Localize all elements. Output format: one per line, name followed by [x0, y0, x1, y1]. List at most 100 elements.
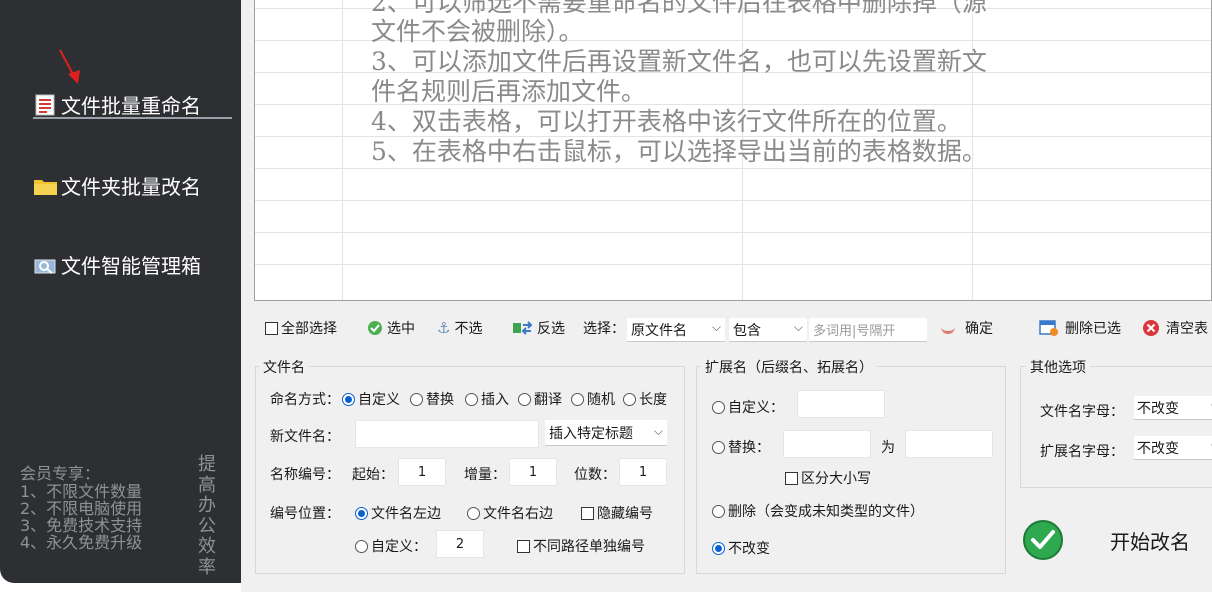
per-path-checkbox[interactable]: 不同路径单独编号 — [517, 536, 645, 556]
pos-custom-radio[interactable]: 自定义： — [355, 536, 427, 556]
step-input[interactable]: 1 — [509, 458, 557, 486]
pos-right-radio[interactable]: 文件名右边 — [467, 503, 553, 523]
keyword-input[interactable]: 多词用|号隔开 — [809, 318, 927, 342]
ext-case-label: 扩展名字母： — [1040, 444, 1124, 460]
pos-left-label: 文件名左边 — [371, 506, 441, 522]
radio-button — [712, 504, 725, 518]
digits-input[interactable]: 1 — [619, 458, 667, 486]
extension-group-title: 扩展名（后缀名、拓展名） — [701, 357, 877, 377]
position-label: 编号位置： — [270, 506, 340, 522]
checkbox-box — [265, 321, 278, 335]
checkbox-box — [517, 539, 530, 553]
mode-translate-radio[interactable]: 翻译 — [518, 389, 562, 409]
new-name-input[interactable] — [355, 420, 539, 448]
mode-label: 自定义 — [358, 392, 400, 408]
radio-button — [465, 392, 478, 406]
ext-replace-label: 替换： — [728, 440, 770, 456]
clear-table-label: 清空表 — [1166, 321, 1208, 337]
start-label: 起始： — [352, 467, 394, 483]
promo-line: 2、不限电脑使用 — [20, 499, 143, 518]
sidebar-item-file-rename[interactable]: 文件批量重命名 — [33, 90, 201, 119]
insert-title-value: 插入特定标题 — [549, 425, 633, 442]
pos-custom-input[interactable]: 2 — [436, 530, 484, 558]
other-options-group — [1020, 366, 1212, 488]
document-icon — [35, 94, 55, 115]
delete-selected-button[interactable]: 删除已选 — [1039, 318, 1121, 338]
choose-field-select[interactable]: 原文件名 ⌵ — [627, 318, 725, 342]
filename-case-select[interactable]: 不改变 ⌵ — [1134, 396, 1212, 420]
pos-left-radio[interactable]: 文件名左边 — [355, 503, 441, 523]
ext-custom-input[interactable] — [797, 390, 885, 418]
hide-number-label: 隐藏编号 — [597, 506, 653, 522]
other-options-title: 其他选项 — [1026, 357, 1090, 377]
delete-selected-label: 删除已选 — [1065, 321, 1121, 337]
radio-button — [712, 400, 725, 414]
mode-label: 随机 — [587, 392, 615, 408]
select-all-checkbox[interactable]: 全部选择 — [265, 318, 337, 338]
ext-replace-from-input[interactable] — [783, 430, 871, 458]
start-rename-label: 开始改名 — [1110, 529, 1190, 554]
radio-button — [712, 541, 725, 555]
radio-button — [571, 392, 584, 406]
unselect-button[interactable]: ⚓ 不选 — [437, 318, 482, 338]
ext-custom-radio[interactable]: 自定义： — [712, 397, 784, 417]
select-button[interactable]: 选中 — [367, 318, 415, 338]
hide-number-checkbox[interactable]: 隐藏编号 — [581, 503, 653, 523]
folder-icon — [34, 179, 57, 195]
insert-title-select[interactable]: 插入特定标题 ⌵ — [545, 420, 667, 446]
check-circle-icon — [368, 321, 382, 335]
instruction-line: 4、双击表格，可以打开表格中该行文件所在的位置。 — [371, 107, 962, 136]
instruction-line: 2、可以筛选不需要重命名的文件后在表格中删除掉（源 — [371, 0, 987, 17]
sidebar-item-folder-rename[interactable]: 文件夹批量改名 — [33, 171, 201, 200]
mode-label: 长度 — [639, 392, 667, 408]
mode-insert-radio[interactable]: 插入 — [465, 389, 509, 409]
clear-table-button[interactable]: 清空表 — [1142, 318, 1208, 338]
promo-line: 3、免费技术支持 — [20, 516, 143, 535]
instruction-line: 3、可以添加文件后再设置新文件名，也可以先设置新文 — [371, 47, 987, 76]
new-name-label: 新文件名： — [270, 429, 340, 445]
file-table[interactable]: 2、可以筛选不需要重命名的文件后在表格中删除掉（源 文件不会被删除）。 3、可以… — [254, 0, 1212, 301]
ext-unchanged-label: 不改变 — [728, 541, 770, 557]
main-content: 2、可以筛选不需要重命名的文件后在表格中删除掉（源 文件不会被删除）。 3、可以… — [241, 0, 1212, 592]
delete-doc-icon — [1039, 320, 1058, 336]
ext-unchanged-radio[interactable]: 不改变 — [712, 538, 770, 558]
promo-line: 4、永久免费升级 — [20, 533, 143, 552]
start-rename-button[interactable]: 开始改名 — [1020, 496, 1212, 584]
sidebar-item-label: 文件批量重命名 — [61, 94, 201, 118]
mode-custom-radio[interactable]: 自定义 — [342, 389, 400, 409]
radio-button — [355, 539, 368, 553]
case-sensitive-checkbox[interactable]: 区分大小写 — [785, 468, 871, 488]
sidebar-item-file-manager[interactable]: 文件智能管理箱 — [33, 250, 201, 279]
unselect-label: 不选 — [454, 321, 483, 337]
mode-length-radio[interactable]: 长度 — [623, 389, 667, 409]
green-check-icon — [1023, 520, 1063, 560]
condition-select[interactable]: 包含 ⌵ — [729, 318, 807, 342]
confirm-button[interactable]: 确定 — [941, 318, 993, 338]
sidebar: 文件批量重命名 文件夹批量改名 文件智能管理箱 会员专享： 1、不限文件数量 2… — [0, 0, 241, 583]
digits-label: 位数： — [574, 467, 616, 483]
anchor-icon: ⚓ — [437, 319, 451, 337]
ext-delete-radio[interactable]: 删除（会变成未知类型的文件） — [712, 501, 924, 521]
invert-arrows-icon — [513, 321, 533, 335]
naming-mode-label: 命名方式： — [270, 392, 340, 408]
start-input[interactable]: 1 — [398, 458, 446, 486]
radio-button — [410, 392, 423, 406]
sidebar-item-label: 文件智能管理箱 — [61, 254, 201, 278]
ext-case-select[interactable]: 不改变 ⌵ — [1134, 436, 1212, 460]
chevron-down-icon: ⌵ — [793, 320, 803, 334]
per-path-label: 不同路径单独编号 — [533, 539, 645, 555]
select-label: 选中 — [387, 321, 415, 337]
mode-random-radio[interactable]: 随机 — [571, 389, 615, 409]
chevron-down-icon: ⌵ — [711, 320, 721, 334]
ext-replace-radio[interactable]: 替换： — [712, 437, 770, 457]
mode-replace-radio[interactable]: 替换 — [410, 389, 454, 409]
toolbox-icon — [34, 259, 56, 274]
ext-custom-label: 自定义： — [728, 400, 784, 416]
promo-line: 1、不限文件数量 — [20, 482, 143, 501]
invert-button[interactable]: 反选 — [513, 318, 565, 338]
chevron-down-icon: ⌵ — [653, 424, 663, 438]
radio-button — [623, 392, 636, 406]
confirm-label: 确定 — [965, 321, 993, 337]
red-arrow-icon — [59, 49, 80, 84]
ext-replace-to-input[interactable] — [905, 430, 993, 458]
